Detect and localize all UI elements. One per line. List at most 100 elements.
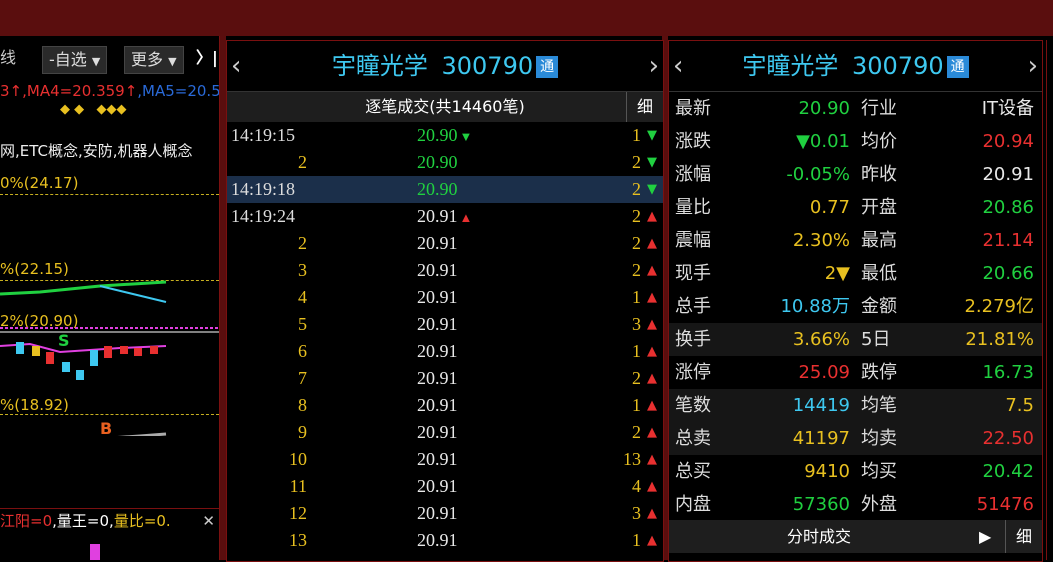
quote-label: 跌停 bbox=[861, 362, 897, 383]
trade-time: 13 bbox=[289, 530, 307, 550]
trade-volume: 3 bbox=[632, 503, 641, 523]
down-arrow-icon: ▼ bbox=[459, 129, 473, 144]
tong-badge: 通 bbox=[536, 56, 559, 78]
trade-volume: 2 bbox=[632, 179, 641, 199]
trade-row[interactable]: 8 20.91 1 ▲ bbox=[227, 392, 663, 419]
candle bbox=[120, 346, 128, 354]
trade-row[interactable]: 9 20.91 2 ▲ bbox=[227, 419, 663, 446]
level-line-1 bbox=[0, 194, 219, 195]
play-icon[interactable]: ▶ bbox=[979, 520, 991, 553]
trade-row[interactable]: 11 20.91 4 ▲ bbox=[227, 473, 663, 500]
detail-button[interactable]: 细 bbox=[1005, 520, 1042, 553]
quote-value: 2▼ bbox=[824, 263, 850, 284]
trade-row[interactable]: 14:19:15 20.90 ▼ 1 ▼ bbox=[227, 122, 663, 149]
intraday-trades-label[interactable]: 分时成交 bbox=[669, 520, 969, 553]
candle bbox=[76, 370, 84, 380]
quote-value: 20.86 bbox=[982, 197, 1034, 218]
up-arrow-icon: ▲ bbox=[647, 398, 657, 413]
quote-value: 20.91 bbox=[982, 164, 1034, 185]
zixuan-dropdown[interactable]: -自选 ▼ bbox=[42, 46, 108, 74]
candle bbox=[90, 350, 98, 366]
indicator-bar: 江阳=0,量王=0,量比=0. ✕ bbox=[0, 508, 219, 533]
trade-volume: 1 bbox=[632, 341, 641, 361]
quote-label: 开盘 bbox=[861, 197, 897, 218]
down-arrow-icon: ▼ bbox=[647, 128, 657, 143]
more-dropdown[interactable]: 更多 ▼ bbox=[124, 46, 184, 74]
trade-row[interactable]: 5 20.91 3 ▲ bbox=[227, 311, 663, 338]
up-arrow-icon: ▲ bbox=[459, 210, 473, 225]
panel-gap bbox=[219, 36, 226, 560]
trade-row[interactable]: 14:19:24 20.91 ▲ 2 ▲ bbox=[227, 203, 663, 230]
quote-label: 涨停 bbox=[675, 362, 711, 383]
concepts-text: 网,ETC概念,安防,机器人概念 bbox=[0, 142, 193, 160]
quote-row: 总买 9410 均买 20.42 bbox=[669, 455, 1042, 488]
quote-label: 内盘 bbox=[675, 494, 711, 515]
trade-row[interactable]: 2 20.90 2 ▼ bbox=[227, 149, 663, 176]
up-arrow-icon: ▲ bbox=[647, 317, 657, 332]
intraday-footer: 分时成交 ▶ 细 bbox=[669, 520, 1042, 553]
prev-arrow-icon[interactable]: ‹ bbox=[231, 41, 241, 91]
quote-label: 涨幅 bbox=[675, 164, 711, 185]
quote-label: 震幅 bbox=[675, 230, 711, 251]
trade-volume: 1 bbox=[632, 125, 641, 145]
quote-value: 10.88万 bbox=[780, 296, 850, 317]
quote-row: 震幅 2.30% 最高 21.14 bbox=[669, 224, 1042, 257]
quote-value: 14419 bbox=[792, 395, 850, 416]
trade-row[interactable]: 4 20.91 1 ▲ bbox=[227, 284, 663, 311]
quote-value: 2.30% bbox=[792, 230, 850, 251]
quote-label: 5日 bbox=[861, 329, 891, 350]
quote-value: 3.66% bbox=[792, 329, 850, 350]
trade-row[interactable]: 7 20.91 2 ▲ bbox=[227, 365, 663, 392]
quote-list: 最新 20.90 行业 IT设备 涨跌 ▼0.01 均价 20.94 涨幅 -0.05% 昨收 20.… bbox=[669, 91, 1042, 521]
detail-button[interactable]: 细 bbox=[626, 92, 663, 122]
quote-row: 笔数 14419 均笔 7.5 bbox=[669, 389, 1042, 422]
trade-row[interactable]: 10 20.91 13 ▲ bbox=[227, 446, 663, 473]
quote-value: 20.94 bbox=[982, 131, 1034, 152]
trade-price: 20.91 bbox=[417, 395, 458, 415]
candle bbox=[134, 348, 142, 356]
prev-arrow-icon[interactable]: ‹ bbox=[673, 41, 683, 91]
trade-row[interactable]: 2 20.91 2 ▲ bbox=[227, 230, 663, 257]
up-arrow-icon: ▲ bbox=[647, 425, 657, 440]
trade-time: 12 bbox=[289, 503, 307, 523]
trade-price: 20.91 bbox=[417, 530, 458, 550]
trade-row[interactable]: 13 20.91 1 ▲ bbox=[227, 527, 663, 554]
trade-price: 20.90 bbox=[417, 152, 458, 172]
down-arrow-icon: ▼ bbox=[647, 155, 657, 170]
trade-row[interactable]: 12 20.91 3 ▲ bbox=[227, 500, 663, 527]
quote-value: 2.279亿 bbox=[964, 296, 1034, 317]
up-arrow-icon: ▲ bbox=[647, 479, 657, 494]
indicator-b: 量王=0 bbox=[56, 512, 110, 530]
candle bbox=[46, 352, 54, 364]
ma5-label: ,MA5=20.5 bbox=[137, 82, 220, 100]
trade-price: 20.91 bbox=[417, 476, 458, 496]
quote-value: 25.09 bbox=[798, 362, 850, 383]
trade-time: 2 bbox=[298, 152, 307, 172]
sell-marker: S bbox=[58, 331, 70, 350]
trade-row[interactable]: 14:19:18 20.90 2 ▼ bbox=[227, 176, 663, 203]
quote-row: 内盘 57360 外盘 51476 bbox=[669, 488, 1042, 521]
trade-row[interactable]: 6 20.91 1 ▲ bbox=[227, 338, 663, 365]
close-icon[interactable]: ✕ bbox=[202, 509, 215, 533]
trade-volume: 2 bbox=[632, 152, 641, 172]
trade-row[interactable]: 3 20.91 2 ▲ bbox=[227, 257, 663, 284]
up-arrow-icon: ▲ bbox=[647, 209, 657, 224]
quote-value: 9410 bbox=[804, 461, 850, 482]
trade-price: 20.91 ▲ bbox=[417, 206, 473, 226]
next-arrow-icon[interactable]: › bbox=[1028, 41, 1038, 91]
quote-label: 总买 bbox=[675, 461, 711, 482]
trade-volume: 3 bbox=[632, 314, 641, 334]
trade-price: 20.90 ▼ bbox=[417, 125, 473, 145]
quote-value: 7.5 bbox=[1005, 395, 1034, 416]
trade-time: 11 bbox=[289, 476, 307, 496]
trade-time: 14:19:15 bbox=[231, 125, 296, 145]
level-label-1: 0%(24.17) bbox=[0, 174, 79, 192]
trade-volume: 2 bbox=[632, 422, 641, 442]
line-label[interactable]: 线 bbox=[0, 44, 16, 72]
trade-time: 2 bbox=[298, 233, 307, 253]
quote-panel: ‹ 宇瞳光学 300790 通 › 最新 20.90 行业 IT设备 涨跌 ▼0.01 均价 2… bbox=[668, 40, 1043, 562]
ma-legend: 3↑,MA4=20.359↑,MA5=20.5 bbox=[0, 82, 220, 100]
quote-label: 金额 bbox=[861, 296, 897, 317]
collapse-icon[interactable]: 〉| bbox=[196, 44, 218, 72]
next-arrow-icon[interactable]: › bbox=[649, 41, 659, 91]
